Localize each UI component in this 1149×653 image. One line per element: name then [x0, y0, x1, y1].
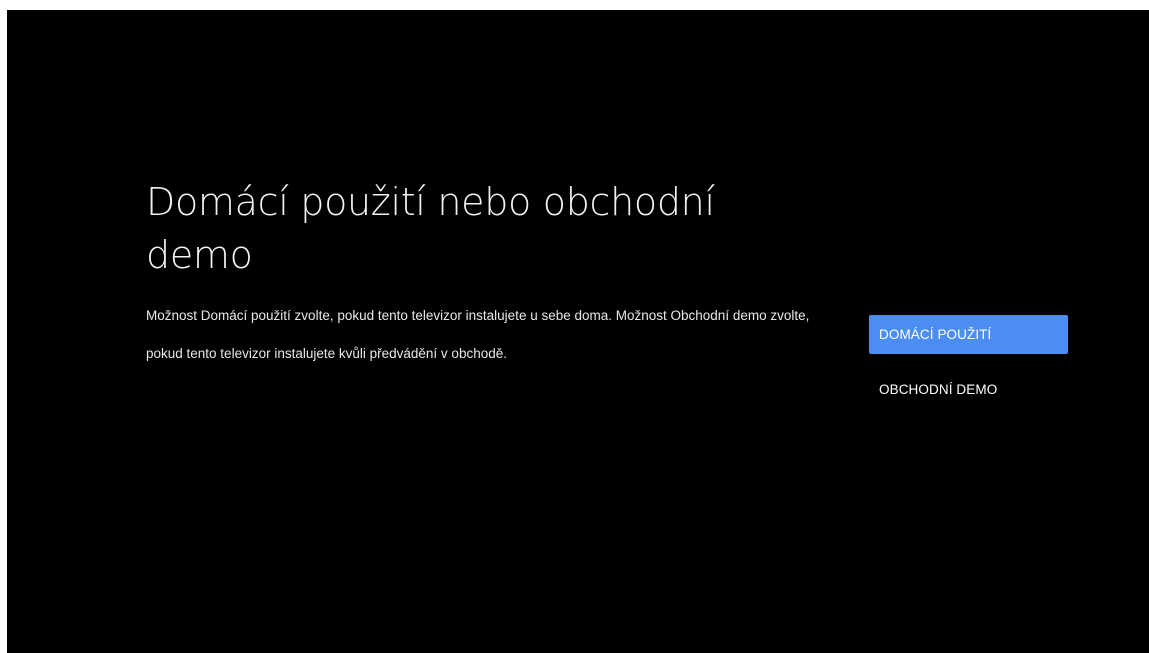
option-home-use[interactable]: DOMÁCÍ POUŽITÍ — [869, 315, 1068, 354]
option-store-demo[interactable]: OBCHODNÍ DEMO — [869, 370, 1068, 409]
page-title: Domácí použití nebo obchodní demo — [146, 180, 715, 277]
setup-screen: Domácí použití nebo obchodní demo Možnos… — [7, 10, 1149, 653]
page-description: Možnost Domácí použití zvolte, pokud ten… — [146, 308, 810, 361]
usage-option-list: DOMÁCÍ POUŽITÍ OBCHODNÍ DEMO — [869, 315, 1068, 425]
